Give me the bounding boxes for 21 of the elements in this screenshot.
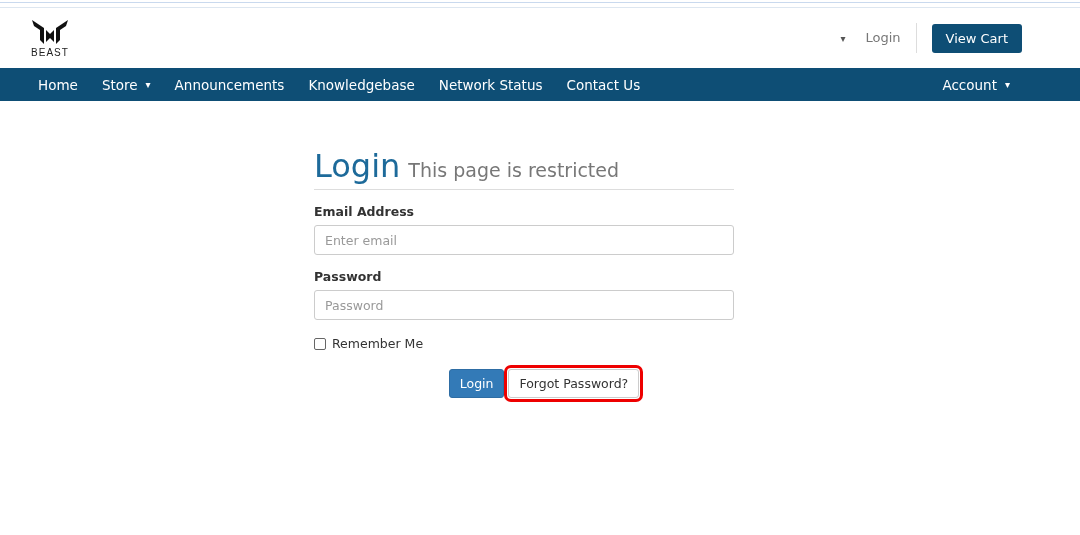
view-cart-button[interactable]: View Cart (931, 23, 1022, 53)
nav-item[interactable]: Contact Us (554, 76, 653, 93)
checkbox-label: Remember Me (332, 336, 424, 351)
input-field[interactable]: Enter email (314, 225, 734, 255)
nav-item[interactable]: Home (26, 76, 90, 93)
caret-icon[interactable]: ▾ (840, 32, 846, 44)
input-field[interactable]: Password (314, 290, 734, 320)
wings-logo-icon (30, 18, 70, 46)
nav-item[interactable]: Knowledgebase (296, 76, 427, 93)
checkbox[interactable] (314, 337, 326, 350)
login-link[interactable]: Login (865, 23, 917, 53)
logo-text: BEAST (31, 47, 69, 58)
field-label: Password (314, 269, 383, 284)
nav-item[interactable]: Network Status (426, 76, 555, 93)
account-menu[interactable]: Account ▾ (930, 76, 1022, 93)
page-subtitle: This page is restricted (408, 159, 620, 181)
field-label: Email Address (314, 204, 415, 219)
login-button[interactable]: Login (448, 369, 505, 398)
nav-item[interactable]: Announcements (162, 76, 297, 93)
nav-item[interactable]: Store ▾ (89, 76, 163, 93)
page-title: Login (314, 147, 401, 185)
